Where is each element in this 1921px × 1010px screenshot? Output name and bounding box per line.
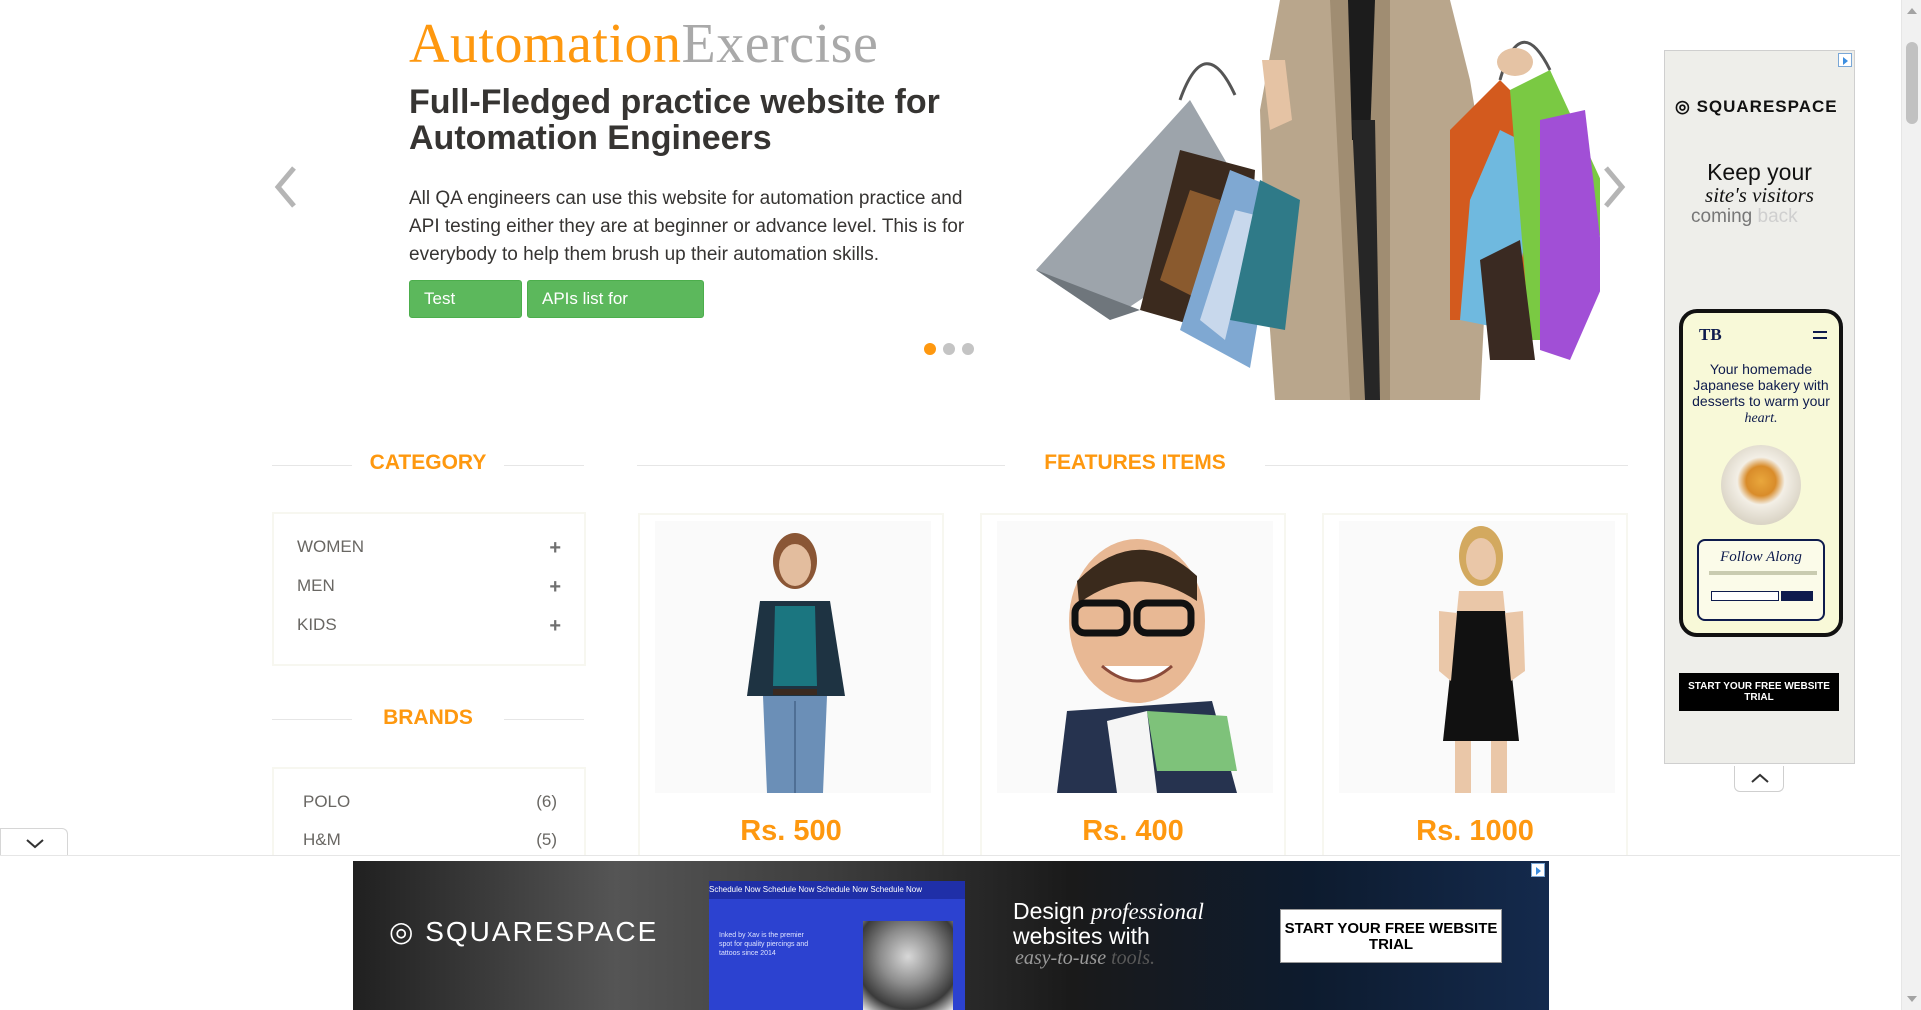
carousel-indicator[interactable] xyxy=(943,343,955,355)
bottom-advertisement[interactable]: ◎ SQUARESPACE Schedule Now Schedule Now … xyxy=(353,861,1549,1010)
ad-word: back xyxy=(1757,206,1798,227)
ad-cta-button[interactable]: START YOUR FREE WEBSITE TRIAL xyxy=(1679,673,1839,711)
plus-icon[interactable]: + xyxy=(549,615,561,638)
brand-count: (5) xyxy=(536,830,557,849)
ad-subline: easy-to-use tools. xyxy=(1015,947,1155,970)
product-card: Rs. 400 xyxy=(980,513,1286,863)
tagline-heart: heart. xyxy=(1744,411,1778,426)
slider-description: All QA engineers can use this website fo… xyxy=(409,188,965,265)
category-panel: WOMEN + MEN + KIDS + xyxy=(272,512,586,666)
category-item-women[interactable]: WOMEN + xyxy=(297,537,561,561)
adchoices-icon[interactable] xyxy=(1531,863,1545,877)
plus-icon[interactable]: + xyxy=(549,537,561,560)
divider xyxy=(272,465,352,466)
page: AutomationExercise Full-Fledged practice… xyxy=(0,0,1921,1010)
brands-title: BRANDS xyxy=(383,706,473,729)
category-label: KIDS xyxy=(297,615,337,634)
preview-nav: Schedule Now Schedule Now Schedule Now S… xyxy=(709,881,965,899)
apis-list-button[interactable]: APIs list for practice xyxy=(527,280,704,344)
brand-item-hm[interactable]: H&M (5) xyxy=(303,830,557,854)
adchoices-icon[interactable] xyxy=(1838,53,1852,67)
ad-word: websites with xyxy=(1013,923,1150,949)
product-image-woman-dress xyxy=(1339,521,1615,793)
ad-brand: SQUARESPACE xyxy=(425,916,659,947)
ad-cta-button[interactable]: START YOUR FREE WEBSITE TRIAL xyxy=(1280,909,1502,963)
category-title: CATEGORY xyxy=(369,451,487,474)
scroll-up-icon[interactable] xyxy=(1907,8,1917,14)
follow-title: Follow Along xyxy=(1720,549,1802,565)
chevron-down-icon xyxy=(26,839,44,849)
phone-mockup: TB Your homemade Japanese bakery with de… xyxy=(1679,309,1843,637)
ad-word: coming xyxy=(1691,206,1753,227)
squarespace-mark-icon: ◎ xyxy=(1675,97,1697,116)
ad-brand: SQUARESPACE xyxy=(1696,97,1838,116)
features-title: FEATURES ITEMS xyxy=(1044,451,1226,474)
chevron-right-icon[interactable] xyxy=(1598,162,1628,212)
divider xyxy=(637,465,1005,466)
brand-item-polo[interactable]: POLO (6) xyxy=(303,792,557,816)
signup-button xyxy=(1781,591,1813,601)
test-cases-button[interactable]: Test Cases xyxy=(409,280,522,344)
brand-automation: Automation xyxy=(409,13,682,75)
brand-label: H&M xyxy=(303,830,341,849)
category-item-kids[interactable]: KIDS + xyxy=(297,615,561,639)
brand-count: (6) xyxy=(536,792,557,811)
category-item-men[interactable]: MEN + xyxy=(297,576,561,600)
email-field xyxy=(1711,591,1779,601)
ad-line: coming back xyxy=(1691,206,1798,228)
plus-icon[interactable]: + xyxy=(549,576,561,599)
ad-word: tools. xyxy=(1111,947,1155,969)
product-image-woman-casual xyxy=(655,521,931,793)
tagline-text: Your homemade Japanese bakery with desse… xyxy=(1692,361,1830,409)
carousel-indicator[interactable] xyxy=(962,343,974,355)
phone-logo: TB xyxy=(1699,325,1722,344)
slider-brand: AutomationExercise xyxy=(409,12,878,76)
page-scrollbar[interactable] xyxy=(1901,0,1921,1010)
product-price: Rs. 400 xyxy=(1082,815,1184,847)
ad-word: professional xyxy=(1091,899,1204,924)
slider-headline: Full-Fledged practice website for Automa… xyxy=(409,83,940,157)
squarespace-logo: ◎ SQUARESPACE xyxy=(389,915,658,948)
product-card: Rs. 1000 xyxy=(1322,513,1628,863)
brand-label: POLO xyxy=(303,792,351,811)
scroll-down-icon[interactable] xyxy=(1907,996,1917,1002)
divider xyxy=(272,719,352,720)
product-image-man-glasses xyxy=(997,521,1273,793)
menu-icon xyxy=(1813,331,1827,339)
preview-photo xyxy=(863,921,953,1010)
bottom-ad-toggle[interactable] xyxy=(0,828,68,856)
phone-tagline: Your homemade Japanese bakery with desse… xyxy=(1691,361,1831,427)
brand-exercise: Exercise xyxy=(681,13,879,75)
follow-box: Follow Along xyxy=(1697,539,1825,621)
squarespace-mark-icon: ◎ xyxy=(389,916,426,947)
divider xyxy=(504,465,584,466)
follow-subtext xyxy=(1709,571,1817,575)
ad-line: site's visitors xyxy=(1705,183,1814,207)
website-preview-image: Schedule Now Schedule Now Schedule Now S… xyxy=(709,881,965,1010)
carousel-indicator[interactable] xyxy=(924,343,936,355)
chevron-left-icon[interactable] xyxy=(272,162,302,212)
ad-headline: Design professional websites with xyxy=(1013,899,1204,948)
ad-word: Design xyxy=(1013,898,1085,924)
category-label: MEN xyxy=(297,576,335,595)
cake-image xyxy=(1721,445,1801,525)
squarespace-logo: ◎ SQUARESPACE xyxy=(1675,97,1838,117)
side-advertisement[interactable]: ◎ SQUARESPACE Keep your site's visitors … xyxy=(1664,50,1855,764)
carousel-indicators xyxy=(924,343,974,355)
ad-collapse-button[interactable] xyxy=(1734,766,1784,792)
product-card: Rs. 500 xyxy=(638,513,944,863)
ad-line: Keep your xyxy=(1707,159,1812,185)
hero-shopping-woman-image xyxy=(1036,0,1600,400)
divider xyxy=(1265,465,1628,466)
preview-text: Inked by Xav is the premier spot for qua… xyxy=(719,932,809,957)
category-label: WOMEN xyxy=(297,537,365,556)
divider xyxy=(504,719,584,720)
chevron-up-icon xyxy=(1751,773,1769,783)
product-price: Rs. 500 xyxy=(740,815,842,847)
product-price: Rs. 1000 xyxy=(1416,815,1534,847)
ad-word: easy-to-use xyxy=(1015,947,1107,969)
scrollbar-thumb[interactable] xyxy=(1906,42,1918,124)
